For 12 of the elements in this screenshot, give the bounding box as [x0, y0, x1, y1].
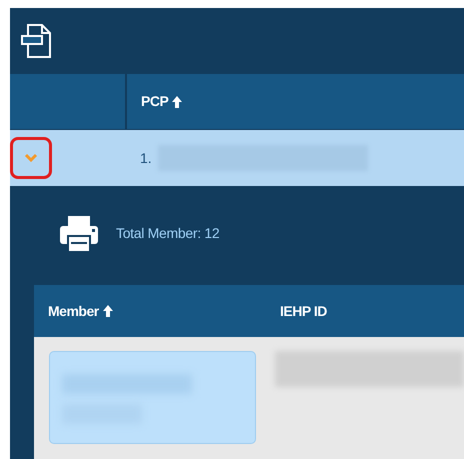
csv-file-icon[interactable] — [20, 23, 52, 59]
row-index: 1. — [140, 148, 152, 168]
column-header[interactable]: IEHP ID — [280, 300, 327, 322]
column-header[interactable]: PCP — [141, 91, 168, 112]
total-member-text: Total Member: 12 — [116, 224, 220, 243]
chevron-icon — [24, 153, 38, 163]
sort-arrow-icon — [172, 96, 182, 108]
printer-icon[interactable] — [58, 214, 100, 254]
sort-arrow-icon — [102, 305, 113, 317]
redacted-member-cell[interactable] — [49, 351, 256, 444]
expand-toggle[interactable] — [10, 137, 52, 179]
column-header[interactable]: Member — [48, 300, 99, 322]
